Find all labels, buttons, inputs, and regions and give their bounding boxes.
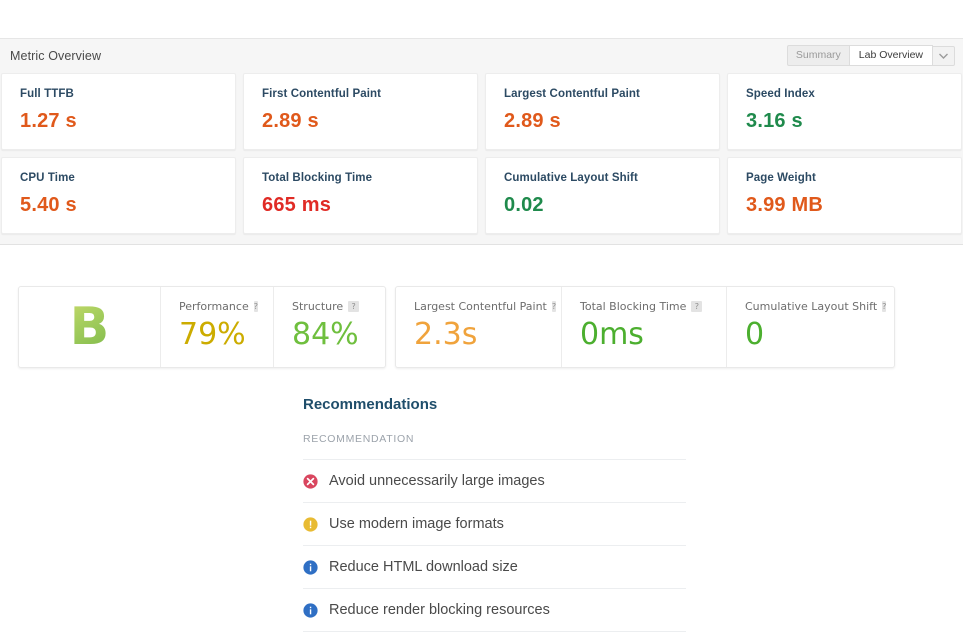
info-circle-icon bbox=[303, 602, 318, 618]
metric-card[interactable]: Cumulative Layout Shift 0.02 bbox=[485, 157, 720, 234]
metric-card[interactable]: Page Weight 3.99 MB bbox=[727, 157, 962, 234]
score-head: Total Blocking Time ? bbox=[580, 300, 708, 313]
recommendation-text: Reduce HTML download size bbox=[329, 559, 518, 575]
metric-card[interactable]: Full TTFB 1.27 s bbox=[1, 73, 236, 150]
metric-card-value: 1.27 s bbox=[20, 110, 77, 132]
metric-card-label: CPU Time bbox=[20, 172, 75, 184]
recommendations-title: Recommendations bbox=[303, 396, 438, 413]
metric-card-label: Largest Contentful Paint bbox=[504, 88, 640, 100]
score-label: Structure bbox=[292, 300, 344, 313]
score-cell-total-blocking-time: Total Blocking Time ? 0ms bbox=[561, 287, 726, 367]
metric-card[interactable]: CPU Time 5.40 s bbox=[1, 157, 236, 234]
score-label: Total Blocking Time bbox=[580, 300, 687, 313]
metric-card-value: 0.02 bbox=[504, 194, 544, 216]
recommendation-row[interactable]: Avoid unnecessarily large images bbox=[303, 460, 686, 503]
summary-label: Summary bbox=[786, 45, 849, 66]
score-head: Performance ? bbox=[179, 300, 258, 313]
grade-letter: B bbox=[69, 297, 110, 357]
metric-card[interactable]: Total Blocking Time 665 ms bbox=[243, 157, 478, 234]
metric-card-label: Page Weight bbox=[746, 172, 816, 184]
metric-card-label: First Contentful Paint bbox=[262, 88, 382, 100]
metric-card-label: Cumulative Layout Shift bbox=[504, 172, 638, 184]
score-cell-performance: Performance ? 79% bbox=[160, 287, 273, 367]
recommendation-row[interactable]: Use modern image formats bbox=[303, 503, 686, 546]
score-head: Largest Contentful Paint ? bbox=[414, 300, 557, 313]
error-circle-icon bbox=[303, 473, 318, 489]
metric-card[interactable]: First Contentful Paint 2.89 s bbox=[243, 73, 478, 150]
metric-card-grid: Full TTFB 1.27 s First Contentful Paint 2.8… bbox=[0, 73, 963, 234]
recommendations-list: Avoid unnecessarily large images Use mode… bbox=[303, 460, 686, 632]
recommendations-column-header: RECOMMENDATION bbox=[303, 433, 686, 460]
recommendation-text: Use modern image formats bbox=[329, 516, 504, 532]
page-title: Metric Overview bbox=[10, 49, 102, 63]
chevron-down-icon[interactable] bbox=[933, 45, 955, 66]
score-label: Performance bbox=[179, 300, 249, 313]
info-circle-icon bbox=[303, 559, 318, 575]
help-icon[interactable]: ? bbox=[348, 301, 360, 312]
recommendation-row[interactable]: Reduce HTML download size bbox=[303, 546, 686, 589]
score-group-primary: B Performance ? 79% Structure ? 84% bbox=[18, 286, 386, 368]
score-value: 0ms bbox=[580, 317, 644, 352]
score-head: Structure ? bbox=[292, 300, 367, 313]
page-root: Metric Overview Summary Lab Overview Ful… bbox=[0, 0, 963, 633]
overall-grade-cell: B bbox=[19, 287, 160, 367]
view-select[interactable]: Lab Overview bbox=[848, 45, 933, 66]
metric-card-label: Speed Index bbox=[746, 88, 815, 100]
score-group-webvitals: Largest Contentful Paint ? 2.3s Total Bl… bbox=[395, 286, 895, 368]
score-summary-panel: B Performance ? 79% Structure ? 84% Larg… bbox=[18, 286, 895, 368]
help-icon[interactable]: ? bbox=[691, 301, 703, 312]
score-cell-largest-contentful-paint: Largest Contentful Paint ? 2.3s bbox=[396, 287, 561, 367]
metric-overview-header: Metric Overview Summary Lab Overview bbox=[0, 39, 963, 73]
score-cell-structure: Structure ? 84% bbox=[273, 287, 385, 367]
score-value: 84% bbox=[292, 317, 359, 352]
score-label: Largest Contentful Paint bbox=[414, 300, 547, 313]
score-value: 0 bbox=[745, 317, 765, 352]
metric-card-label: Full TTFB bbox=[20, 88, 74, 100]
recommendation-row[interactable]: Reduce render blocking resources bbox=[303, 589, 686, 632]
metric-overview-panel: Metric Overview Summary Lab Overview Ful… bbox=[0, 38, 963, 245]
help-icon[interactable]: ? bbox=[882, 301, 887, 312]
metric-card-value: 5.40 s bbox=[20, 194, 77, 216]
recommendations-section: Recommendations RECOMMENDATION Avoid unn… bbox=[303, 396, 686, 632]
metric-card[interactable]: Speed Index 3.16 s bbox=[727, 73, 962, 150]
metric-card-value: 2.89 s bbox=[504, 110, 561, 132]
score-value: 2.3s bbox=[414, 317, 478, 352]
score-label: Cumulative Layout Shift bbox=[745, 300, 878, 313]
warning-circle-icon bbox=[303, 516, 318, 532]
metric-card-value: 2.89 s bbox=[262, 110, 319, 132]
score-head: Cumulative Layout Shift ? bbox=[745, 300, 887, 313]
recommendation-text: Reduce render blocking resources bbox=[329, 602, 550, 618]
metric-card[interactable]: Largest Contentful Paint 2.89 s bbox=[485, 73, 720, 150]
metric-card-label: Total Blocking Time bbox=[262, 172, 373, 184]
recommendation-text: Avoid unnecessarily large images bbox=[329, 473, 545, 489]
metric-card-value: 3.99 MB bbox=[746, 194, 823, 216]
metric-card-value: 665 ms bbox=[262, 194, 332, 216]
view-controls: Summary Lab Overview bbox=[786, 45, 955, 66]
help-icon[interactable]: ? bbox=[253, 301, 258, 312]
score-value: 79% bbox=[179, 317, 246, 352]
score-cell-cumulative-layout-shift: Cumulative Layout Shift ? 0 bbox=[726, 287, 894, 367]
help-icon[interactable]: ? bbox=[551, 301, 557, 312]
metric-card-value: 3.16 s bbox=[746, 110, 803, 132]
